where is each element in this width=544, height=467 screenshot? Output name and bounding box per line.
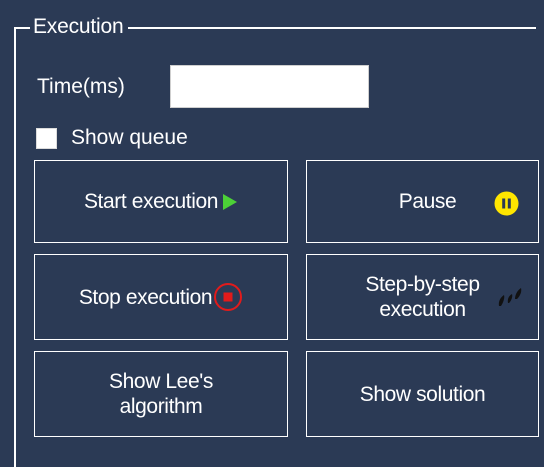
step-by-step-label-line2: execution (379, 298, 466, 321)
show-solution-button[interactable]: Show solution (306, 351, 539, 437)
pause-label: Pause (398, 190, 457, 213)
stop-execution-label: Stop execution (78, 285, 213, 309)
start-execution-button[interactable]: Start execution (34, 160, 288, 243)
show-queue-checkbox[interactable] (36, 128, 57, 149)
show-lees-algorithm-label-line2: algorithm (119, 395, 203, 418)
pause-icon (494, 191, 519, 216)
start-execution-label: Start execution (83, 190, 219, 213)
show-lees-algorithm-button[interactable]: Show Lee's algorithm (34, 351, 288, 437)
show-solution-label: Show solution (359, 382, 486, 406)
stop-execution-button[interactable]: Stop execution (34, 254, 288, 340)
footsteps-icon (496, 286, 526, 308)
pause-button[interactable]: Pause (306, 160, 539, 243)
play-icon (222, 193, 238, 211)
step-by-step-execution-button[interactable]: Step-by-step execution (306, 254, 539, 340)
time-label: Time(ms) (37, 75, 125, 98)
show-lees-algorithm-label-line1: Show Lee's (109, 370, 213, 393)
step-by-step-label-line1: Step-by-step (365, 273, 480, 296)
show-queue-label: Show queue (71, 126, 188, 149)
execution-groupbox-title: Execution (30, 14, 129, 40)
stop-icon (213, 282, 243, 312)
time-input[interactable] (170, 65, 369, 108)
